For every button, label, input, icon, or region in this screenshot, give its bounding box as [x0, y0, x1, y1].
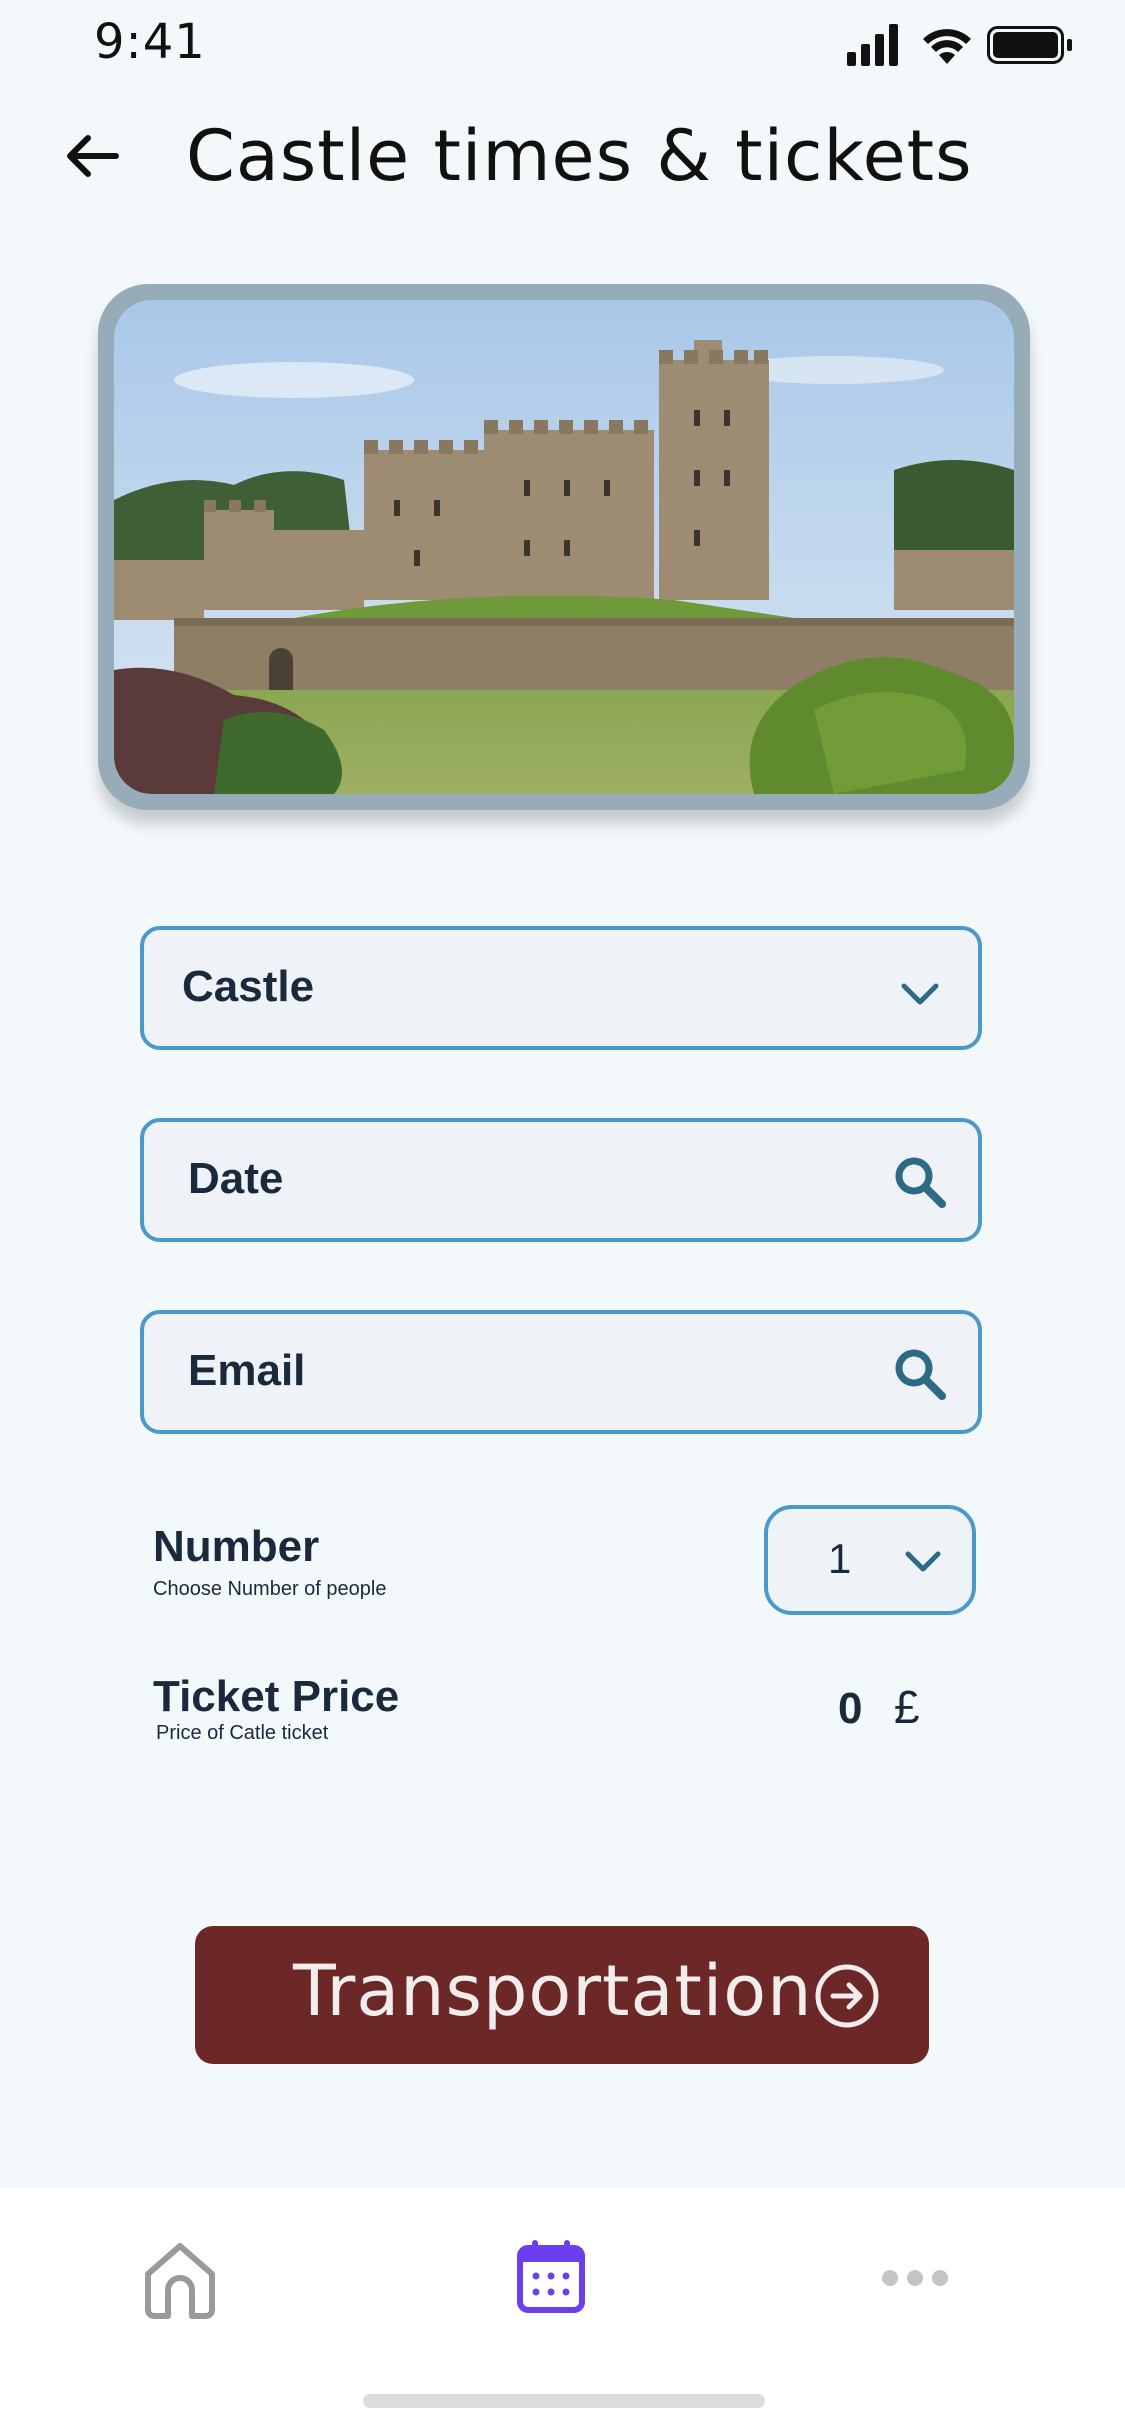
- number-select[interactable]: 1: [764, 1505, 976, 1615]
- number-value: 1: [828, 1535, 852, 1582]
- email-field[interactable]: Email: [140, 1310, 982, 1434]
- calendar-icon[interactable]: [516, 2238, 586, 2314]
- castle-select-value: Castle: [182, 962, 315, 1011]
- battery-icon: [987, 26, 1072, 64]
- search-icon[interactable]: [890, 1344, 950, 1404]
- back-arrow-icon[interactable]: [60, 128, 124, 184]
- castle-photo: [114, 300, 1014, 794]
- chevron-down-icon: [901, 983, 939, 1005]
- home-icon[interactable]: [140, 2240, 220, 2320]
- transportation-button[interactable]: Transportation: [195, 1926, 929, 2064]
- wifi-icon: [923, 29, 971, 64]
- ticket-price-currency: £: [894, 1681, 920, 1733]
- signal-icon: [847, 24, 898, 66]
- ticket-price-sublabel: Price of Catle ticket: [156, 1722, 329, 1744]
- number-label: Number: [153, 1522, 320, 1571]
- ticket-price-label: Ticket Price: [153, 1672, 400, 1721]
- date-field-label: Date: [188, 1154, 284, 1203]
- email-field-label: Email: [188, 1346, 306, 1395]
- castle-photo-frame: [98, 284, 1030, 810]
- search-icon[interactable]: [890, 1152, 950, 1212]
- number-sublabel: Choose Number of people: [153, 1578, 387, 1600]
- page-title: Castle times & tickets: [186, 115, 973, 197]
- ticket-price-value: 0: [838, 1684, 863, 1733]
- transportation-button-label: Transportation: [293, 1950, 813, 2032]
- more-icon[interactable]: [880, 2268, 950, 2288]
- status-icons: [847, 24, 1072, 66]
- status-time: 9:41: [94, 14, 206, 70]
- home-indicator: [363, 2394, 765, 2408]
- castle-select[interactable]: Castle: [140, 926, 982, 1050]
- arrow-right-circle-icon: [815, 1964, 879, 2028]
- date-field[interactable]: Date: [140, 1118, 982, 1242]
- chevron-down-icon: [905, 1551, 941, 1572]
